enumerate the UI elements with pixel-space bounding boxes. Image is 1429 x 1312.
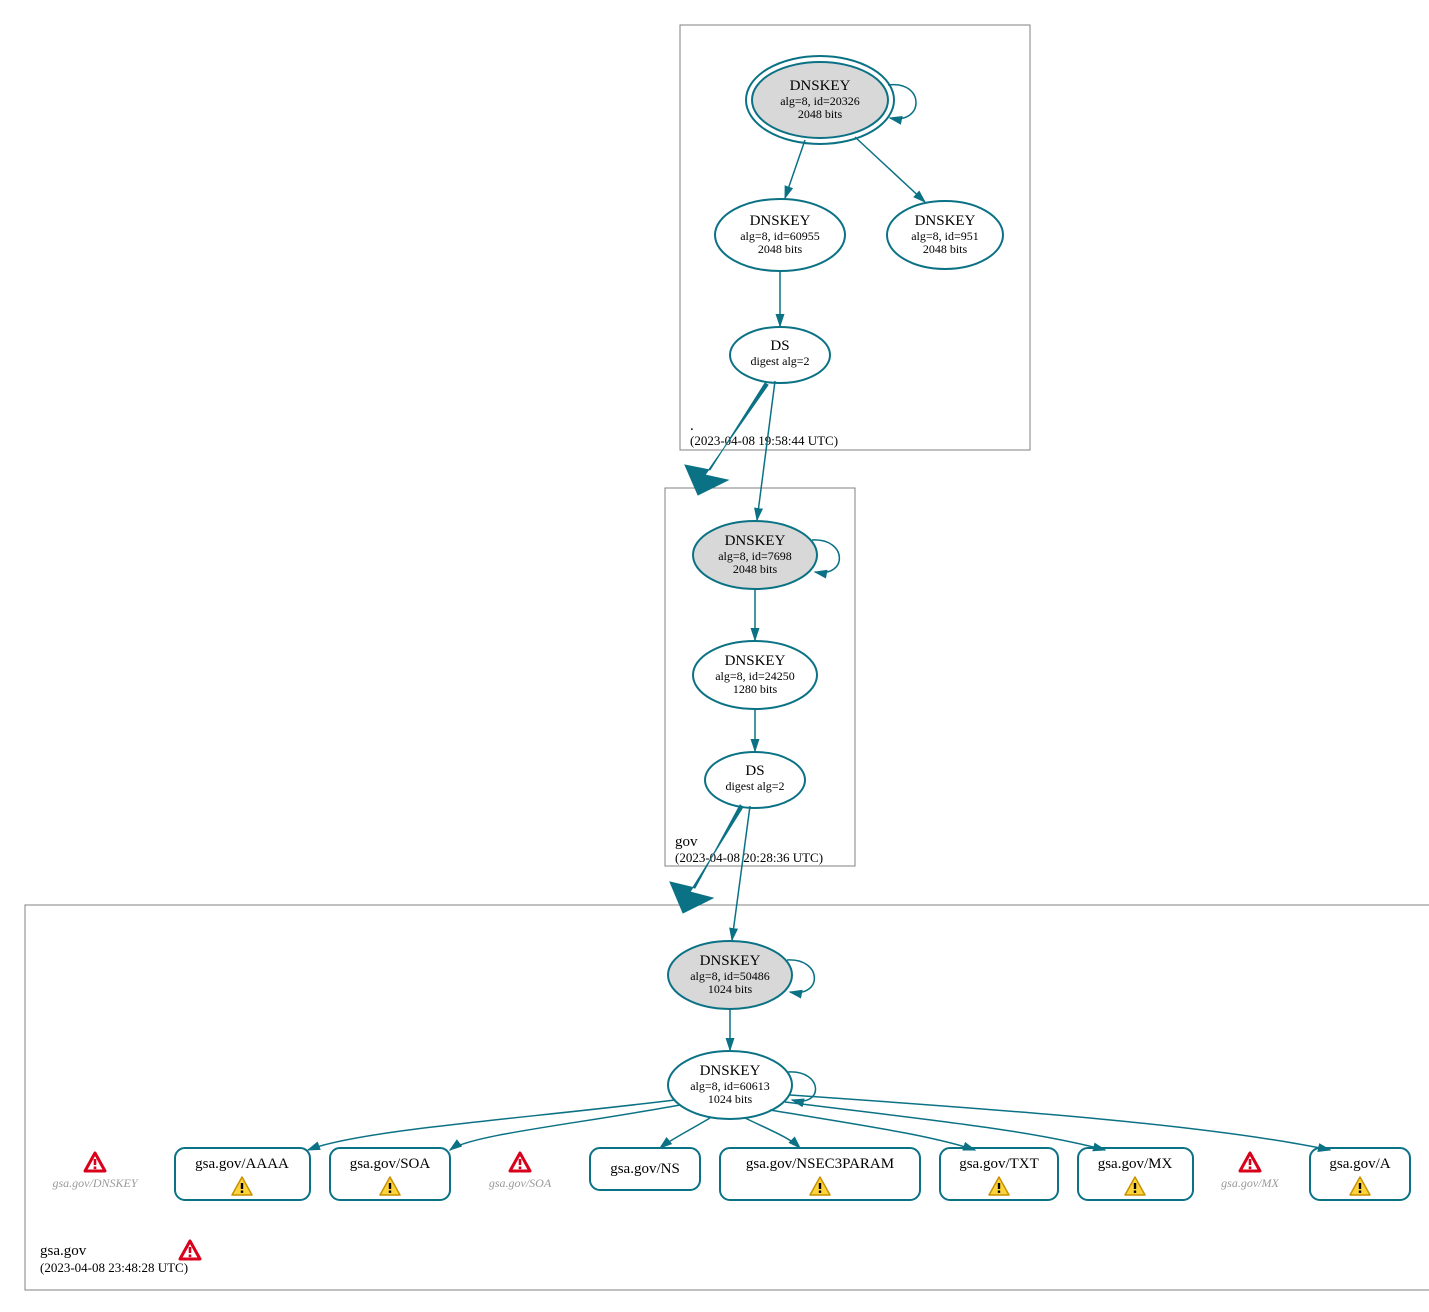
- svg-text:gsa.gov/NS: gsa.gov/NS: [610, 1161, 680, 1177]
- rr-mx[interactable]: gsa.gov/MX: [1078, 1148, 1193, 1200]
- svg-text:alg=8, id=20326: alg=8, id=20326: [780, 94, 860, 108]
- svg-text:gsa.gov/TXT: gsa.gov/TXT: [959, 1156, 1039, 1172]
- svg-text:2048 bits: 2048 bits: [758, 242, 803, 256]
- svg-text:alg=8, id=24250: alg=8, id=24250: [715, 669, 795, 683]
- svg-text:DNSKEY: DNSKEY: [700, 1063, 761, 1079]
- svg-text:2048 bits: 2048 bits: [798, 107, 843, 121]
- zone-root-label: .: [690, 418, 694, 434]
- zone-root-ts: (2023-04-08 19:58:44 UTC): [690, 433, 838, 448]
- svg-text:alg=8, id=951: alg=8, id=951: [911, 229, 979, 243]
- ghost-soa: gsa.gov/SOA: [489, 1153, 552, 1190]
- rr-a[interactable]: gsa.gov/A: [1310, 1148, 1410, 1200]
- gsa-ksk-node[interactable]: DNSKEY alg=8, id=50486 1024 bits: [668, 941, 792, 1009]
- root-ksk-node[interactable]: DNSKEY alg=8, id=20326 2048 bits: [746, 56, 894, 144]
- svg-text:2048 bits: 2048 bits: [733, 562, 778, 576]
- zone-gov-label: gov: [675, 834, 698, 850]
- svg-text:gsa.gov/A: gsa.gov/A: [1329, 1156, 1390, 1172]
- root-other-node[interactable]: DNSKEY alg=8, id=951 2048 bits: [887, 201, 1003, 269]
- svg-text:alg=8, id=7698: alg=8, id=7698: [718, 549, 792, 563]
- root-zsk-node[interactable]: DNSKEY alg=8, id=60955 2048 bits: [715, 199, 845, 271]
- svg-text:1280 bits: 1280 bits: [733, 682, 778, 696]
- ghost-dnskey: gsa.gov/DNSKEY: [52, 1153, 138, 1190]
- rr-ns[interactable]: gsa.gov/NS: [590, 1148, 700, 1190]
- svg-text:1024 bits: 1024 bits: [708, 982, 753, 996]
- ghost-mx: gsa.gov/MX: [1221, 1153, 1279, 1190]
- svg-text:DNSKEY: DNSKEY: [725, 653, 786, 669]
- gov-ksk-node[interactable]: DNSKEY alg=8, id=7698 2048 bits: [693, 521, 817, 589]
- gov-ds-node[interactable]: DS digest alg=2: [705, 752, 805, 808]
- svg-text:DNSKEY: DNSKEY: [915, 213, 976, 229]
- svg-text:DNSKEY: DNSKEY: [750, 213, 811, 229]
- svg-text:DNSKEY: DNSKEY: [725, 533, 786, 549]
- zone-gsa-label: gsa.gov: [40, 1243, 87, 1259]
- svg-text:2048 bits: 2048 bits: [923, 242, 968, 256]
- svg-text:DNSKEY: DNSKEY: [790, 78, 851, 94]
- zone-gsa-ts: (2023-04-08 23:48:28 UTC): [40, 1260, 188, 1275]
- svg-text:gsa.gov/NSEC3PARAM: gsa.gov/NSEC3PARAM: [746, 1156, 894, 1172]
- rr-soa[interactable]: gsa.gov/SOA: [330, 1148, 450, 1200]
- gov-zsk-node[interactable]: DNSKEY alg=8, id=24250 1280 bits: [693, 641, 817, 709]
- svg-text:alg=8, id=60613: alg=8, id=60613: [690, 1079, 770, 1093]
- gsa-zsk-node[interactable]: DNSKEY alg=8, id=60613 1024 bits: [668, 1051, 792, 1119]
- svg-text:alg=8, id=60955: alg=8, id=60955: [740, 229, 820, 243]
- svg-text:DNSKEY: DNSKEY: [700, 953, 761, 969]
- svg-text:gsa.gov/MX: gsa.gov/MX: [1221, 1176, 1279, 1190]
- svg-text:gsa.gov/DNSKEY: gsa.gov/DNSKEY: [52, 1176, 138, 1190]
- svg-text:digest alg=2: digest alg=2: [725, 779, 784, 793]
- svg-text:gsa.gov/SOA: gsa.gov/SOA: [350, 1156, 431, 1172]
- svg-text:DS: DS: [770, 338, 789, 354]
- svg-text:DS: DS: [745, 763, 764, 779]
- svg-text:digest alg=2: digest alg=2: [750, 354, 809, 368]
- svg-text:alg=8, id=50486: alg=8, id=50486: [690, 969, 770, 983]
- rr-aaaa[interactable]: gsa.gov/AAAA: [175, 1148, 310, 1200]
- zone-gov-ts: (2023-04-08 20:28:36 UTC): [675, 850, 823, 865]
- svg-text:1024 bits: 1024 bits: [708, 1092, 753, 1106]
- rr-nsec3[interactable]: gsa.gov/NSEC3PARAM: [720, 1148, 920, 1200]
- rr-txt[interactable]: gsa.gov/TXT: [940, 1148, 1058, 1200]
- svg-text:gsa.gov/AAAA: gsa.gov/AAAA: [195, 1156, 289, 1172]
- root-ds-node[interactable]: DS digest alg=2: [730, 327, 830, 383]
- dnssec-graph: . (2023-04-08 19:58:44 UTC) DNSKEY alg=8…: [10, 10, 1429, 1302]
- svg-text:gsa.gov/SOA: gsa.gov/SOA: [489, 1176, 552, 1190]
- svg-text:gsa.gov/MX: gsa.gov/MX: [1098, 1156, 1173, 1172]
- zone-gsa-error-icon: [180, 1241, 200, 1259]
